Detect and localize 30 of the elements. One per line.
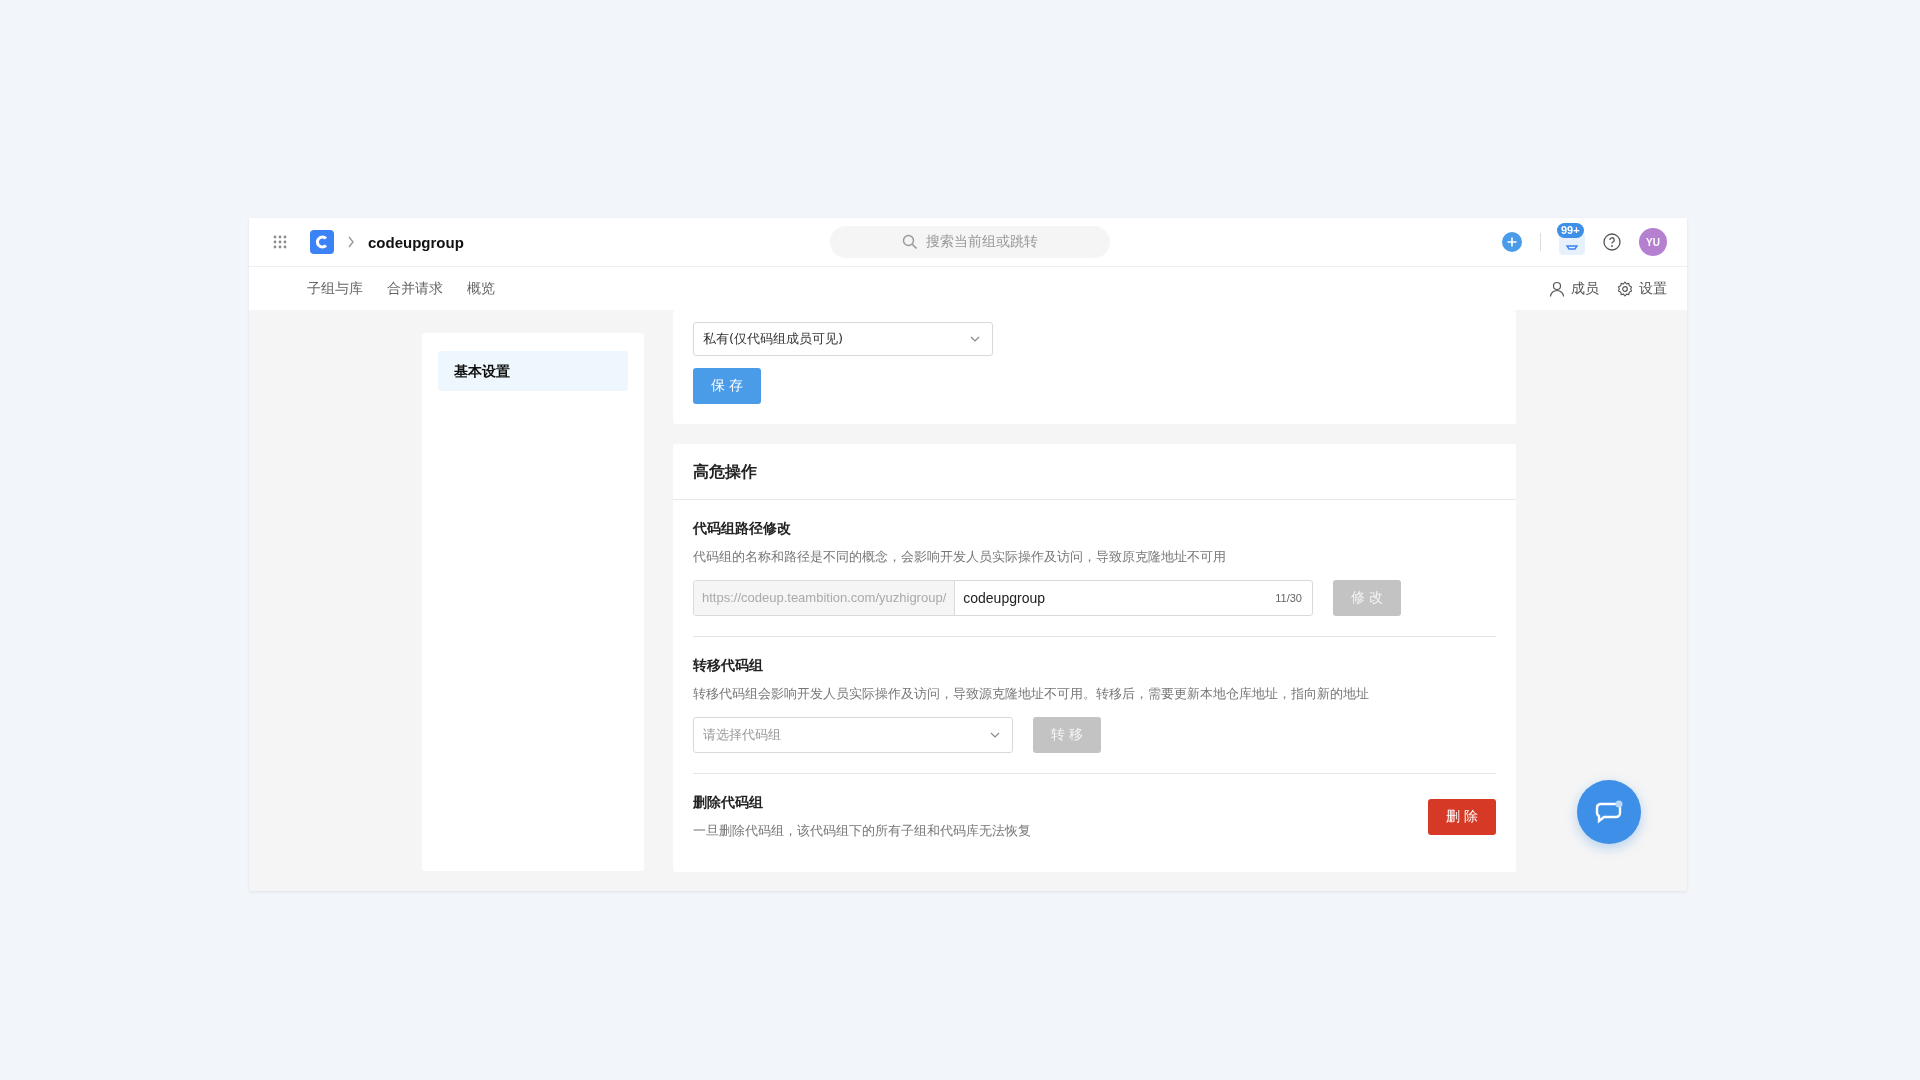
chevron-down-icon [990, 732, 1000, 738]
chevron-down-icon [970, 336, 980, 342]
search-icon [902, 234, 918, 250]
delete-button[interactable]: 删 除 [1427, 799, 1496, 835]
section-description: 一旦删除代码组，该代码组下的所有子组和代码库无法恢复 [693, 822, 1031, 840]
chat-button[interactable] [1577, 780, 1641, 844]
person-icon[interactable] [1549, 280, 1565, 297]
app-grid-icon[interactable] [273, 235, 287, 249]
logo-icon[interactable] [310, 230, 334, 254]
section-description: 转移代码组会影响开发人员实际操作及访问，导致源克隆地址不可用。转移后，需要更新本地仓库地址，指向新的地址 [693, 685, 1370, 703]
sidebar-item[interactable]: 基本设置 [438, 351, 628, 391]
chevron-right-icon [347, 236, 355, 248]
section-description: 代码组的名称和路径是不同的概念，会影响开发人员实际操作及访问，导致原克隆地址不可用 [693, 548, 1227, 566]
settings-icon[interactable] [1617, 280, 1633, 297]
select-value: 私有(仅代码组成员可见) [703, 330, 844, 348]
card-title: 高危操作 [673, 444, 1516, 500]
nav-tab[interactable]: 合并请求 [387, 279, 443, 298]
breadcrumb-title[interactable]: codeupgroup [368, 233, 464, 251]
notification-badge: 99+ [1557, 223, 1584, 238]
section-title: 删除代码组 [693, 794, 764, 812]
nav-action-link[interactable]: 成员 [1571, 279, 1599, 298]
visibility-select[interactable]: 私有(仅代码组成员可见) [693, 322, 993, 356]
section-title: 转移代码组 [693, 657, 764, 675]
nav-tab[interactable]: 概览 [467, 279, 495, 298]
section-title: 代码组路径修改 [693, 520, 792, 538]
chat-bubble-icon [1594, 800, 1624, 824]
help-icon[interactable] [1603, 233, 1621, 251]
nav-action-link[interactable]: 设置 [1639, 279, 1667, 298]
nav-tab[interactable]: 子组与库 [307, 279, 363, 298]
add-icon[interactable] [1502, 232, 1522, 252]
